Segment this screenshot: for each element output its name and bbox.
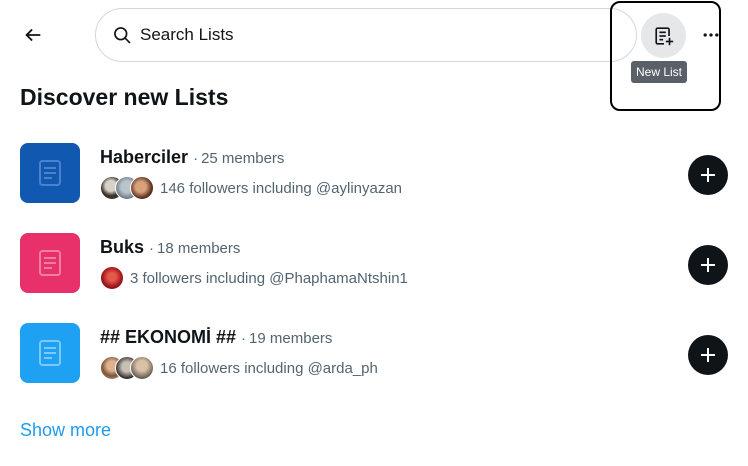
avatar (130, 176, 154, 200)
list-item[interactable]: Haberciler · 25 members 146 followers incl… (20, 143, 730, 207)
more-dots-icon (703, 33, 719, 37)
new-list-tooltip: New List (631, 61, 688, 83)
list-thumbnail (20, 233, 80, 293)
search-input[interactable] (140, 25, 580, 45)
new-list-button[interactable] (641, 13, 686, 58)
back-button[interactable] (13, 15, 53, 55)
followers-text: 16 followers including @arda_ph (160, 359, 378, 377)
list-name: Buks (100, 237, 145, 257)
list-thumbnail (20, 323, 80, 383)
list-name: ## EKONOMİ ## (100, 327, 237, 347)
show-more-link[interactable]: Show more (20, 420, 111, 441)
member-count: 19 members (249, 330, 333, 347)
list-document-icon (39, 250, 61, 276)
list-item[interactable]: ## EKONOMİ ## · 19 members 16 followers in… (20, 323, 730, 387)
followers-text: 3 followers including @PhaphamaNtshin1 (130, 269, 408, 287)
follow-list-button[interactable] (688, 155, 728, 195)
follow-list-button[interactable] (688, 245, 728, 285)
follow-list-button[interactable] (688, 335, 728, 375)
member-count: 25 members (201, 150, 285, 167)
follower-avatars (100, 176, 154, 200)
list-name: Haberciler (100, 147, 189, 167)
avatar (100, 266, 124, 290)
list-item[interactable]: Buks · 18 members 3 followers including @P… (20, 233, 730, 297)
avatar (130, 356, 154, 380)
section-title: Discover new Lists (20, 84, 229, 110)
separator: · (193, 150, 199, 167)
search-box[interactable] (95, 8, 637, 62)
plus-icon (701, 168, 715, 182)
new-list-icon (654, 26, 673, 45)
plus-icon (701, 258, 715, 272)
member-count: 18 members (157, 240, 241, 257)
follower-avatars (100, 356, 154, 380)
followers-text: 146 followers including @aylinyazan (160, 179, 403, 197)
more-options-button[interactable] (694, 18, 728, 52)
list-document-icon (39, 340, 61, 366)
follower-avatars (100, 266, 124, 290)
list-thumbnail (20, 143, 80, 203)
separator: · (149, 240, 155, 257)
plus-icon (701, 348, 715, 362)
list-document-icon (39, 160, 61, 186)
search-icon (112, 25, 132, 45)
separator: · (241, 330, 247, 347)
arrow-left-icon (25, 28, 41, 42)
